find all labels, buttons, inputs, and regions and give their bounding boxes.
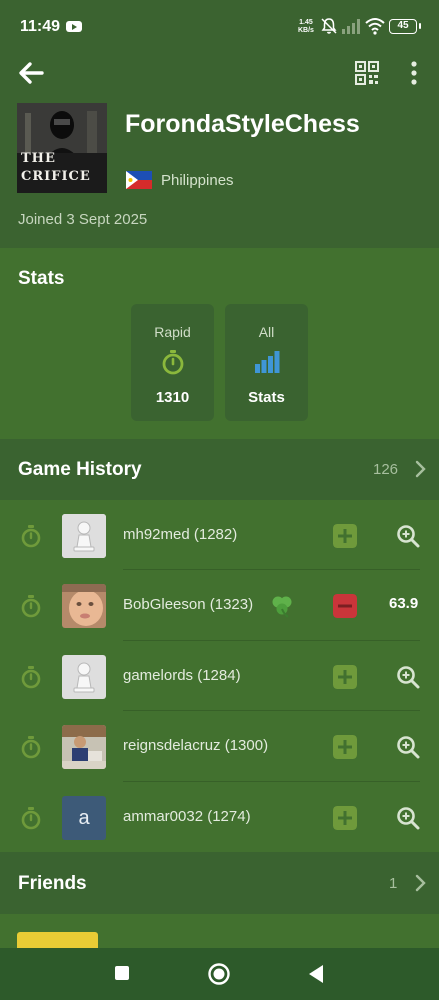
network-speed-unit: KB/s xyxy=(298,27,314,34)
opponent-avatar xyxy=(62,725,106,770)
rapid-clock-icon xyxy=(21,525,41,548)
network-speed-value: 1.45 xyxy=(299,19,313,26)
person-photo-icon xyxy=(62,725,106,770)
win-plus-icon xyxy=(333,524,357,548)
analyze-magnifier-icon[interactable] xyxy=(395,664,421,690)
opponent-name: mh92med (1282) xyxy=(123,526,238,543)
mute-bell-icon xyxy=(321,18,337,34)
profile-screen: 11:49 1.45 KB/s 45 THE CRIFICE ForondaSt… xyxy=(0,0,439,1000)
opponent-avatar-letter: a xyxy=(62,795,106,840)
network-speed: 1.45 KB/s xyxy=(298,19,314,35)
home-icon[interactable] xyxy=(207,962,231,986)
child-photo-icon xyxy=(62,584,106,629)
opponent-name: ammar0032 (1274) xyxy=(123,807,251,825)
back-arrow-icon[interactable] xyxy=(16,58,48,88)
analyze-magnifier-icon[interactable] xyxy=(395,805,421,831)
chevron-right-icon xyxy=(415,460,426,478)
game-history-count: 126 xyxy=(373,461,399,478)
clover-icon xyxy=(272,596,292,619)
system-navigation-bar xyxy=(0,948,439,1000)
opponent-avatar xyxy=(62,654,106,699)
pawn-icon xyxy=(62,654,106,699)
status-time: 11:49 xyxy=(20,18,61,35)
bar-chart-icon xyxy=(255,351,280,373)
opponent-avatar xyxy=(62,584,106,629)
status-bar: 11:49 1.45 KB/s 45 xyxy=(0,0,439,56)
rapid-clock-icon xyxy=(21,595,41,618)
game-history-title: Game History xyxy=(18,459,142,480)
loss-minus-icon xyxy=(333,594,357,619)
opponent-avatar xyxy=(62,514,106,558)
friend-avatar[interactable] xyxy=(17,932,98,948)
stat-value: 1310 xyxy=(155,389,190,406)
stats-title: Stats xyxy=(18,268,65,289)
recent-apps-icon[interactable] xyxy=(114,965,130,981)
stat-value: Stats xyxy=(248,389,285,406)
accuracy-value[interactable]: 63.9 xyxy=(389,595,418,612)
youtube-icon xyxy=(66,21,82,32)
stat-card-all-stats[interactable]: All Stats xyxy=(225,304,308,421)
friends-title: Friends xyxy=(18,873,87,894)
stopwatch-icon xyxy=(162,350,184,375)
profile-joined-date: Joined 3 Sept 2025 xyxy=(18,211,148,228)
opponent-name: reignsdelacruz (1300) xyxy=(123,737,269,755)
friends-header[interactable]: Friends 1 xyxy=(0,852,439,914)
stat-label: Rapid xyxy=(154,324,191,340)
analyze-magnifier-icon[interactable] xyxy=(395,523,421,549)
back-triangle-icon[interactable] xyxy=(307,964,325,984)
wifi-icon xyxy=(365,18,385,35)
profile-header: THE CRIFICE ForondaStyleChess Philippine… xyxy=(0,56,439,248)
game-history-list: mh92med (1282) BobGleeson (1323) 63.9 ga… xyxy=(0,500,439,852)
more-options-icon[interactable] xyxy=(404,60,424,86)
avatar-artwork-text: THE CRIFICE xyxy=(21,151,91,184)
opponent-name: gamelords (1284) xyxy=(123,666,241,684)
chevron-right-icon xyxy=(415,874,426,892)
signal-icon xyxy=(342,19,360,34)
profile-username: ForondaStyleChess xyxy=(125,110,360,138)
game-history-header[interactable]: Game History 126 xyxy=(0,439,439,500)
friends-count: 1 xyxy=(389,875,398,892)
pawn-icon xyxy=(62,514,106,558)
qr-code-icon[interactable] xyxy=(354,60,380,86)
analyze-magnifier-icon[interactable] xyxy=(395,734,421,760)
rapid-clock-icon xyxy=(21,665,41,689)
stat-label: All xyxy=(258,324,275,340)
game-row[interactable]: gamelords (1284) xyxy=(0,641,439,712)
profile-avatar[interactable]: THE CRIFICE xyxy=(17,103,107,193)
game-row[interactable]: mh92med (1282) xyxy=(0,500,439,571)
stat-card-rapid[interactable]: Rapid 1310 xyxy=(131,304,214,421)
win-plus-icon xyxy=(333,805,357,830)
philippines-flag-icon xyxy=(126,171,152,189)
win-plus-icon xyxy=(333,735,357,760)
game-row[interactable]: BobGleeson (1323) 63.9 xyxy=(0,570,439,641)
friends-list xyxy=(0,914,439,948)
game-row[interactable]: a ammar0032 (1274) xyxy=(0,782,439,852)
game-row[interactable]: reignsdelacruz (1300) xyxy=(0,711,439,782)
win-plus-icon xyxy=(333,664,357,689)
rapid-clock-icon xyxy=(21,806,41,829)
opponent-name: BobGleeson (1323) xyxy=(123,596,254,614)
stats-section: Stats Rapid 1310 All Stats xyxy=(0,248,439,439)
profile-country: Philippines xyxy=(161,172,234,189)
rapid-clock-icon xyxy=(21,736,41,759)
battery-indicator: 45 xyxy=(389,19,421,34)
